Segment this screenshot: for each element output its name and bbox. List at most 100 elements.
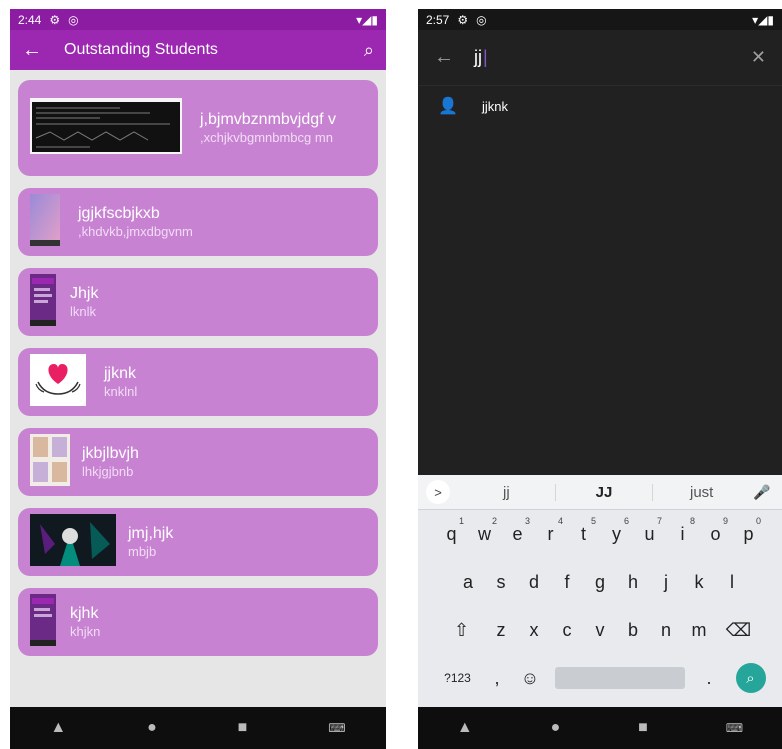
key-q[interactable]: q1 [435,516,468,545]
key-z[interactable]: z [485,620,518,641]
system-nav-bar: ▲ ● ■ ⌨ [10,707,386,749]
suggestion-1[interactable]: jj [458,484,555,501]
keyboard-switch-icon[interactable]: ⌨ [726,721,743,735]
key-t[interactable]: t5 [567,516,600,545]
key-d[interactable]: d [518,572,551,593]
key-k[interactable]: k [683,572,716,593]
student-thumbnail [30,593,56,651]
key-h[interactable]: h [617,572,650,593]
key-u[interactable]: u7 [633,516,666,545]
signal-battery-icon: ▾◢▮ [752,12,774,27]
symbols-key[interactable]: ?123 [435,671,481,685]
period-key[interactable]: . [693,668,726,689]
system-nav-bar: ▲ ● ■ ⌨ [418,707,782,749]
student-card[interactable]: jkbjlbvjh lhkjgjbnb [18,428,378,496]
student-thumbnail [30,353,86,411]
nav-home-button[interactable]: ● [551,719,561,737]
key-y[interactable]: y6 [600,516,633,545]
student-name: jmj,hjk [128,524,174,542]
student-name: Jhjk [70,284,99,302]
student-card[interactable]: Jhjk lknlk [18,268,378,336]
person-icon: 👤 [438,98,458,115]
student-subtitle: khjkn [70,623,101,639]
key-m[interactable]: m [683,620,716,641]
search-input[interactable]: jj [474,47,751,68]
key-j[interactable]: j [650,572,683,593]
key-c[interactable]: c [551,620,584,641]
backspace-key-icon[interactable]: ⌫ [716,620,762,641]
student-subtitle: mbjb [128,543,157,559]
key-e[interactable]: e3 [501,516,534,545]
page-title: Outstanding Students [64,41,218,58]
keyboard-row-4: ?123 , ☺ . ⌕ [418,654,782,702]
settings-icon: ⚙ [457,12,469,27]
student-card[interactable]: jjknk knklnl [18,348,378,416]
suggestion-3[interactable]: just [653,484,750,501]
keyboard-switch-icon[interactable]: ⌨ [328,721,345,735]
emoji-key-icon[interactable]: ☺ [514,668,547,689]
student-thumbnail [30,513,116,571]
student-card[interactable]: jmj,hjk mbjb [18,508,378,576]
nav-recents-button[interactable]: ■ [638,719,648,737]
student-subtitle: lhkjgjbnb [82,463,134,479]
left-screen: 2:44 ⚙ ◎ ▾◢▮ ← Outstanding Students ⌕ j,… [10,9,386,749]
key-w[interactable]: w2 [468,516,501,545]
status-time: 2:44 [18,12,42,27]
back-arrow-icon[interactable]: ← [434,46,474,69]
status-bar: 2:57 ⚙ ◎ ▾◢▮ [418,9,782,30]
search-bar: ← jj ✕ [418,30,782,86]
key-x[interactable]: x [518,620,551,641]
microphone-icon[interactable]: 🎤 [750,484,774,501]
space-key[interactable] [554,667,685,689]
key-n[interactable]: n [650,620,683,641]
comma-key[interactable]: , [481,668,514,689]
student-card[interactable]: j,bjmvbznmbvjdgf v ,xchjkvbgmnbmbcg mn [18,80,378,176]
student-subtitle: knklnl [104,383,138,399]
student-name: kjhk [70,604,99,622]
student-card[interactable]: kjhk khjkn [18,588,378,656]
clear-icon[interactable]: ✕ [751,47,766,68]
student-subtitle: lknlk [70,303,97,319]
back-arrow-icon[interactable]: ← [22,39,52,62]
right-screen: 2:57 ⚙ ◎ ▾◢▮ ← jj ✕ 👤 jjknk > jj JJ just… [418,9,782,749]
signal-battery-icon: ▾◢▮ [356,12,378,27]
key-p[interactable]: p0 [732,516,765,545]
key-g[interactable]: g [584,572,617,593]
at-icon: ◎ [476,12,487,27]
student-name: jgjkfscbjkxb [78,204,160,222]
nav-recents-button[interactable]: ■ [238,719,248,737]
key-s[interactable]: s [485,572,518,593]
student-subtitle: ,xchjkvbgmnbmbcg mn [200,129,333,145]
search-icon[interactable]: ⌕ [364,40,374,61]
student-thumbnail [30,273,56,331]
key-f[interactable]: f [551,572,584,593]
app-bar: ← Outstanding Students ⌕ [10,30,386,70]
keyboard-row-2: a s d f g h j k l [418,558,782,606]
suggestion-2[interactable]: JJ [554,483,654,501]
key-l[interactable]: l [716,572,749,593]
search-key-icon[interactable]: ⌕ [735,663,766,693]
nav-back-button[interactable]: ▲ [50,719,66,737]
student-name: jjknk [104,364,137,382]
nav-home-button[interactable]: ● [147,719,157,737]
key-i[interactable]: i8 [666,516,699,545]
search-result-item[interactable]: 👤 jjknk [418,86,782,126]
student-thumbnail [30,193,60,251]
student-card[interactable]: jgjkfscbjkxb ,khdvkb,jmxdbgvnm [18,188,378,256]
keyboard-row-1: q1 w2 e3 r4 t5 y6 u7 i8 o9 p0 [418,510,782,558]
settings-icon: ⚙ [49,12,61,27]
key-b[interactable]: b [617,620,650,641]
expand-icon[interactable]: > [426,480,450,504]
nav-back-button[interactable]: ▲ [457,719,473,737]
key-r[interactable]: r4 [534,516,567,545]
keyboard-row-3: ⇧ z x c v b n m ⌫ [418,606,782,654]
student-thumbnail [30,433,70,491]
shift-key-icon[interactable]: ⇧ [439,620,485,641]
suggestion-strip: > jj JJ just 🎤 [418,475,782,510]
at-icon: ◎ [68,12,79,27]
key-o[interactable]: o9 [699,516,732,545]
student-list: j,bjmvbznmbvjdgf v ,xchjkvbgmnbmbcg mn j… [10,70,386,716]
student-name: jkbjlbvjh [82,444,139,462]
key-a[interactable]: a [452,572,485,593]
key-v[interactable]: v [584,620,617,641]
